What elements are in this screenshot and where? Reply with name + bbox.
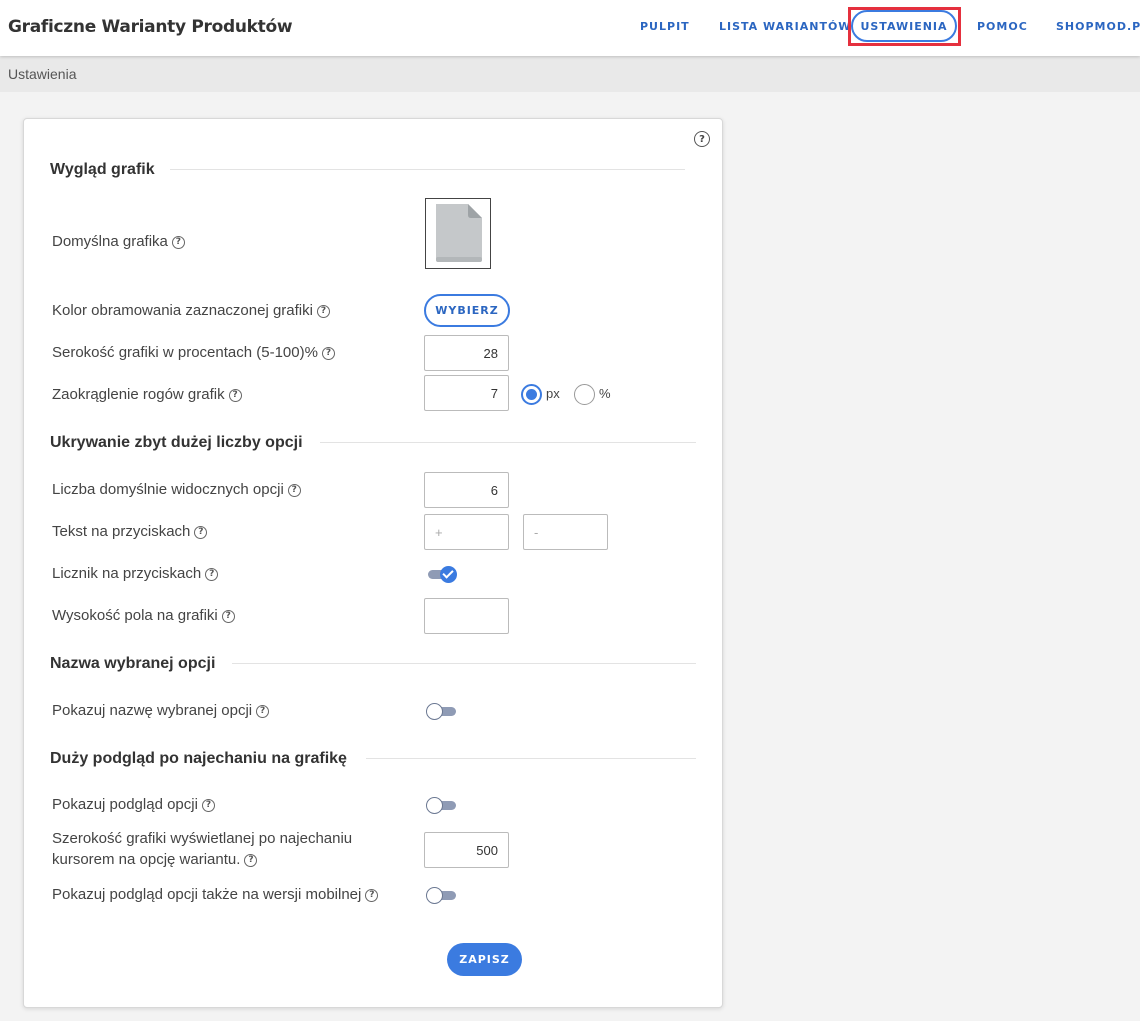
nav-item-lista-wariantow[interactable]: LISTA WARIANTÓW — [719, 20, 851, 33]
section-title-appearance: Wygląd grafik — [50, 161, 155, 178]
top-navigation-bar: Graficzne Warianty Produktów PULPIT LIST… — [0, 0, 1140, 56]
help-icon[interactable]: ? — [194, 525, 208, 539]
nav-item-pomoc[interactable]: POMOC — [977, 20, 1028, 33]
visible-count-label: Liczba domyślnie widocznych opcji? — [52, 481, 301, 498]
help-icon[interactable]: ? — [321, 346, 335, 360]
unit-px-label: px — [546, 386, 560, 401]
card-help-icon[interactable]: ? — [694, 131, 710, 147]
nav-item-shopmod[interactable]: SHOPMOD.PL — [1056, 20, 1140, 33]
nav-item-pulpit[interactable]: PULPIT — [640, 20, 690, 33]
help-icon[interactable]: ? — [221, 609, 235, 623]
field-height-label: Wysokość pola na grafiki? — [52, 607, 235, 624]
settings-card — [23, 118, 723, 1008]
default-image-label: Domyślna grafika? — [52, 233, 185, 250]
button-text-label: Tekst na przyciskach? — [52, 523, 208, 540]
section-divider — [320, 442, 696, 443]
file-icon — [436, 204, 482, 262]
counter-toggle[interactable] — [426, 566, 458, 584]
save-button[interactable]: ZAPISZ — [447, 943, 522, 976]
preview-width-input[interactable]: 500 — [424, 832, 509, 868]
border-color-label: Kolor obramowania zaznaczonej grafiki? — [52, 302, 330, 319]
counter-label: Licznik na przyciskach? — [52, 565, 219, 582]
help-icon[interactable]: ? — [316, 304, 330, 318]
breadcrumb: Ustawienia — [8, 66, 77, 82]
pick-color-button[interactable]: WYBIERZ — [424, 294, 510, 327]
help-icon[interactable]: ? — [201, 798, 215, 812]
corner-rounding-input[interactable]: 7 — [424, 375, 509, 411]
show-preview-label: Pokazuj podgląd opcji? — [52, 796, 215, 813]
corner-rounding-label: Zaokrąglenie rogów grafik? — [52, 386, 242, 403]
grayscale-label: Serokość grafiki w procentach (5-100)%? — [52, 344, 335, 361]
section-title-selected-name: Nazwa wybranej opcji — [50, 655, 216, 672]
field-height-input[interactable] — [424, 598, 509, 634]
mobile-preview-label: Pokazuj podgląd opcji także na wersji mo… — [52, 886, 379, 903]
mobile-preview-toggle[interactable] — [426, 887, 458, 905]
visible-count-input[interactable]: 6 — [424, 472, 509, 508]
help-icon[interactable]: ? — [205, 567, 219, 581]
help-icon[interactable]: ? — [228, 388, 242, 402]
nav-item-ustawienia[interactable]: USTAWIENIA — [851, 10, 957, 42]
section-divider — [170, 169, 685, 170]
default-image-picker[interactable] — [425, 198, 491, 269]
section-divider — [232, 663, 696, 664]
section-title-hiding: Ukrywanie zbyt dużej liczby opcji — [50, 434, 303, 451]
app-title: Graficzne Warianty Produktów — [8, 17, 293, 37]
section-title-preview: Duży podgląd po najechaniu na grafikę — [50, 750, 347, 767]
button-minus-input[interactable]: - — [523, 514, 608, 550]
unit-px-radio[interactable] — [521, 384, 542, 405]
show-name-toggle[interactable] — [426, 703, 458, 721]
breadcrumb-bar: Ustawienia — [0, 56, 1140, 92]
help-icon[interactable]: ? — [244, 853, 258, 867]
help-icon[interactable]: ? — [287, 483, 301, 497]
help-icon[interactable]: ? — [171, 235, 185, 249]
grayscale-input[interactable]: 28 — [424, 335, 509, 371]
show-name-label: Pokazuj nazwę wybranej opcji? — [52, 702, 270, 719]
help-icon[interactable]: ? — [256, 704, 270, 718]
button-plus-input[interactable]: + — [424, 514, 509, 550]
unit-percent-label: % — [599, 386, 611, 401]
preview-width-label: Szerokość grafiki wyświetlanej po najech… — [52, 830, 353, 868]
unit-percent-radio[interactable] — [574, 384, 595, 405]
section-divider — [366, 758, 696, 759]
help-icon[interactable]: ? — [365, 888, 379, 902]
show-preview-toggle[interactable] — [426, 797, 458, 815]
